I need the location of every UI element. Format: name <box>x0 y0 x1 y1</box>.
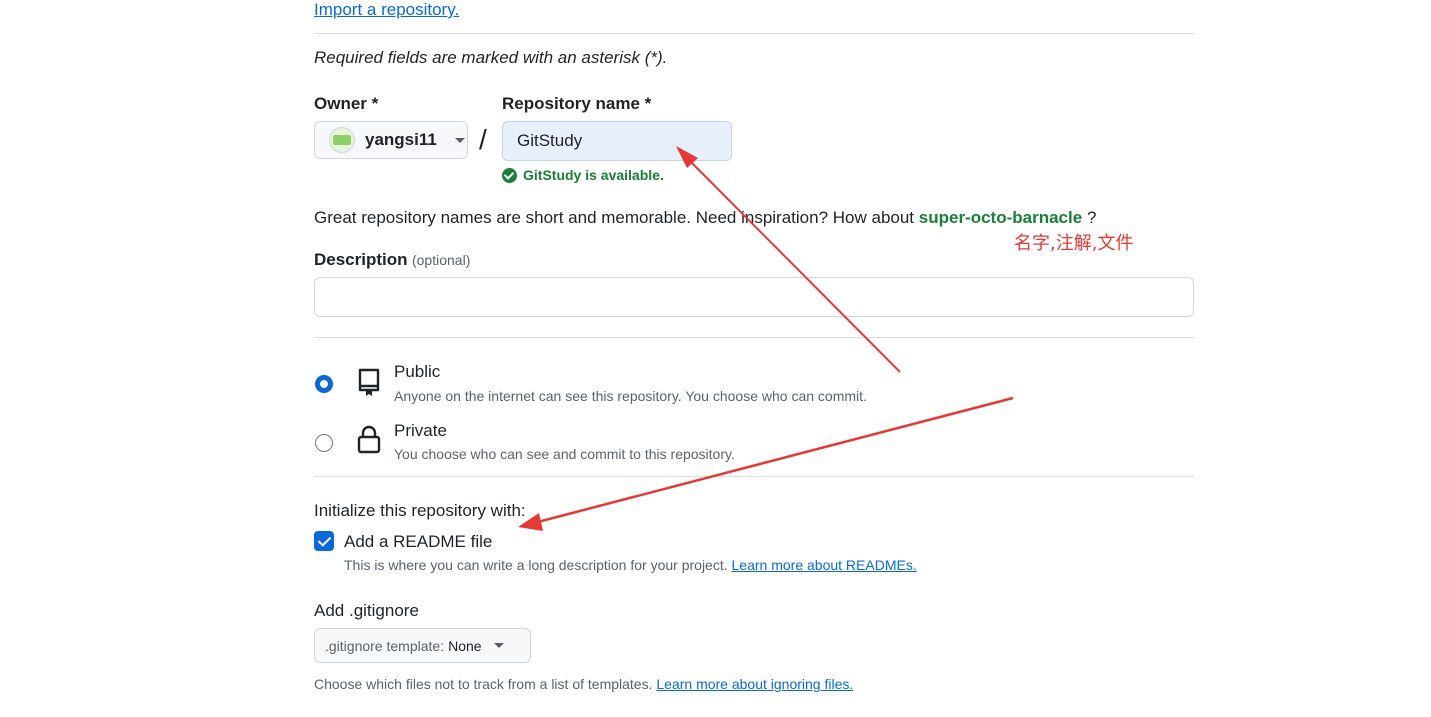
readme-help-text: This is where you can write a long descr… <box>344 557 728 573</box>
optional-hint: (optional) <box>411 252 471 268</box>
owner-avatar <box>329 127 355 153</box>
suggestion-suffix: ? <box>1086 208 1097 227</box>
private-subtitle: You choose who can see and commit to thi… <box>394 446 735 462</box>
lock-icon <box>357 425 381 454</box>
name-suggestion: Great repository names are short and mem… <box>314 208 1096 228</box>
repo-name-label: Repository name * <box>502 94 652 113</box>
gitignore-help-text: Choose which files not to track from a l… <box>314 676 653 692</box>
owner-repo-separator: / <box>479 124 487 155</box>
gitignore-template-select[interactable]: .gitignore template: None <box>314 628 531 663</box>
readme-learn-more-link[interactable]: Learn more about READMEs. <box>732 557 917 573</box>
check-circle-icon <box>502 167 517 183</box>
required-fields-note: Required fields are marked with an aster… <box>314 48 668 67</box>
public-subtitle: Anyone on the internet can see this repo… <box>394 388 867 404</box>
description-label-row: Description (optional) <box>314 250 470 270</box>
availability-text: GitStudy is available. <box>523 167 664 183</box>
readme-help: This is where you can write a long descr… <box>344 557 917 573</box>
availability-status: GitStudy is available. <box>502 167 664 183</box>
gitignore-heading: Add .gitignore <box>314 601 419 620</box>
readme-checkbox[interactable] <box>314 531 334 551</box>
gitignore-template-value: None <box>448 637 482 654</box>
gitignore-learn-more-link[interactable]: Learn more about ignoring files. <box>656 676 853 692</box>
owner-label: Owner * <box>314 94 379 113</box>
suggestion-prefix: Great repository names are short and mem… <box>314 208 915 227</box>
public-radio[interactable] <box>315 375 333 393</box>
description-input[interactable] <box>314 277 1194 317</box>
annotation-arrows <box>518 146 1014 531</box>
repo-name-input[interactable] <box>502 121 732 161</box>
suggested-name-link[interactable]: super-octo-barnacle <box>919 208 1082 227</box>
readme-label[interactable]: Add a README file <box>344 532 492 552</box>
gitignore-help: Choose which files not to track from a l… <box>314 676 853 692</box>
divider <box>314 33 1194 34</box>
annotation-text: 名字,注解,文件 <box>1014 233 1134 254</box>
chevron-down-icon <box>493 643 504 648</box>
owner-name: yangsi11 <box>365 130 437 149</box>
chevron-down-icon <box>454 137 465 143</box>
private-title: Private <box>394 421 447 440</box>
divider <box>314 476 1194 477</box>
import-repository-link[interactable]: Import a repository. <box>314 0 459 20</box>
private-radio[interactable] <box>315 434 333 452</box>
description-label: Description <box>314 250 408 269</box>
repo-icon <box>358 368 380 396</box>
arrow-to-repo-name <box>676 146 901 373</box>
initialize-heading: Initialize this repository with: <box>314 501 526 520</box>
owner-select[interactable]: yangsi11 <box>314 121 468 159</box>
arrow-to-readme <box>518 396 1014 531</box>
gitignore-template-label: .gitignore template: <box>325 637 445 654</box>
public-title: Public <box>394 362 441 381</box>
divider <box>314 337 1194 338</box>
